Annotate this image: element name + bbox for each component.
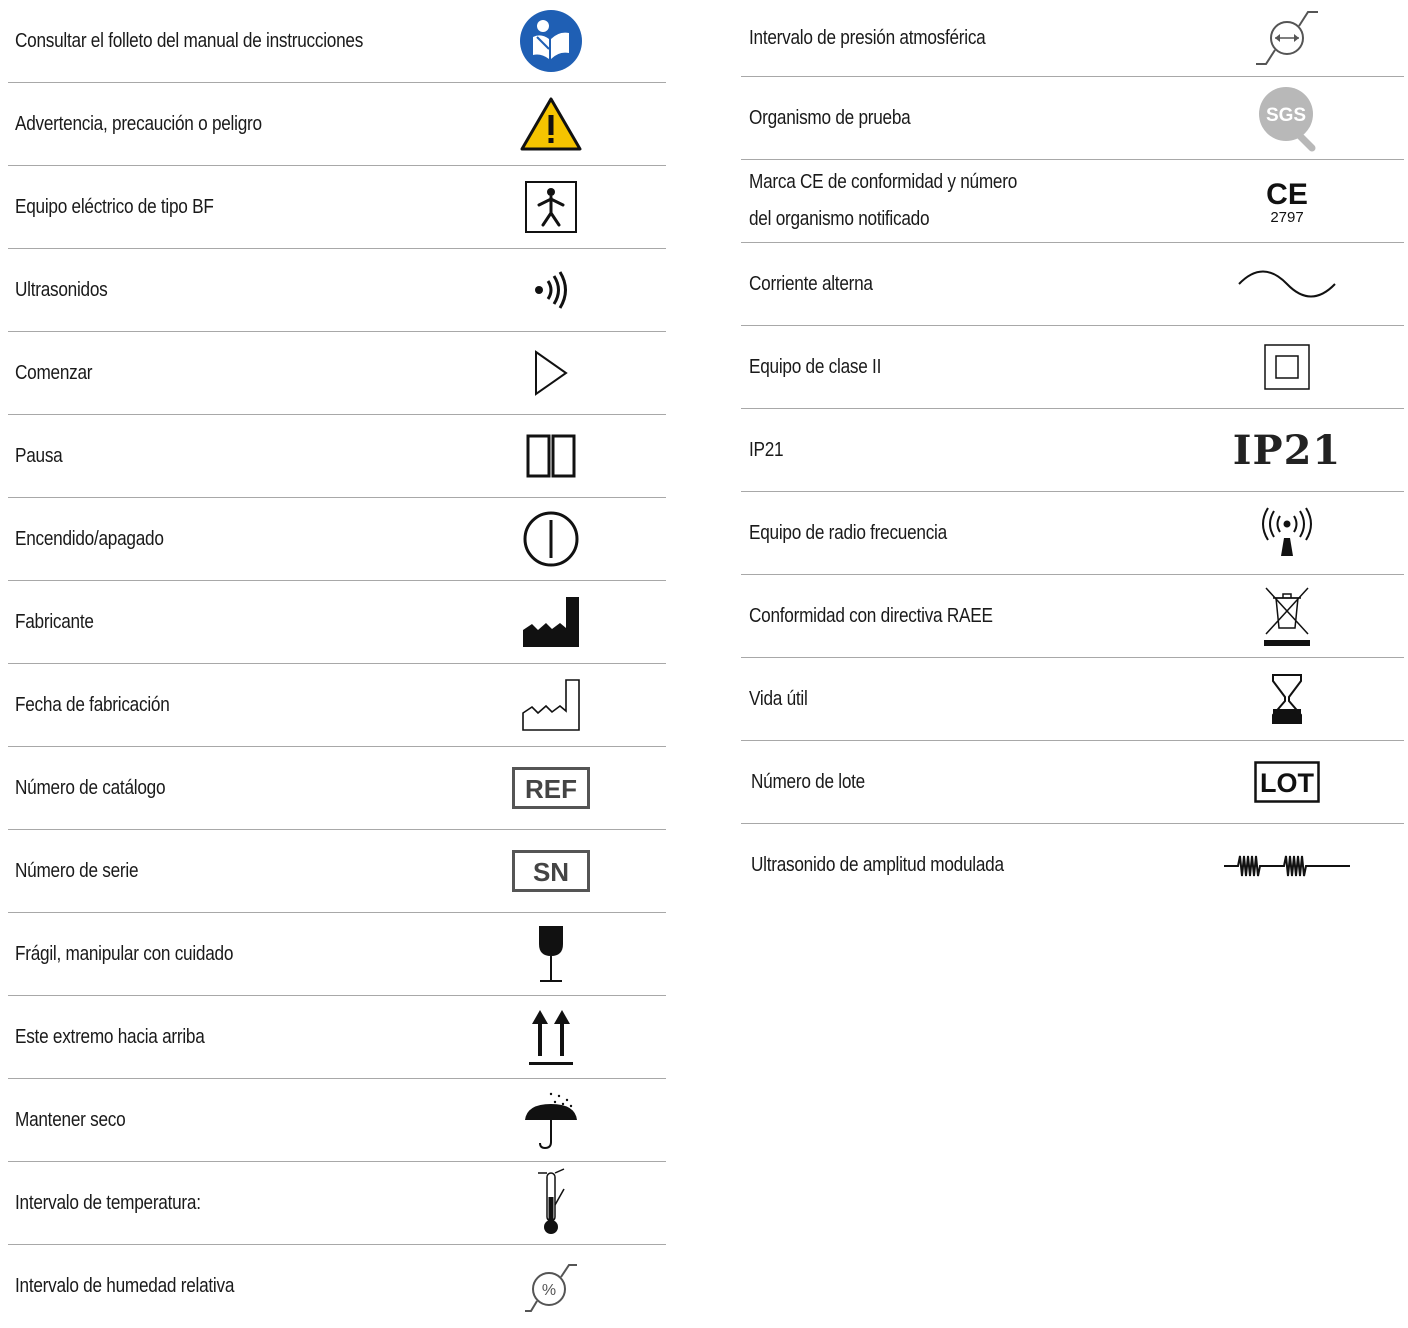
fragile-glass-icon — [510, 913, 592, 995]
class-ii-icon — [1246, 326, 1328, 408]
symbol-label: Intervalo de humedad relativa — [15, 1275, 235, 1297]
keep-dry-umbrella-icon — [510, 1079, 592, 1161]
humidity-limit-icon: % — [510, 1245, 592, 1328]
ip21-text-icon: IP21 — [1233, 409, 1340, 491]
symbol-label: Encendido/apagado — [15, 527, 164, 550]
symbol-row-weee: Conformidad con directiva RAEE — [741, 575, 1404, 658]
symbol-row-catalog-number: Número de catálogo REF — [8, 747, 666, 830]
symbol-row-useful-life: Vida útil — [741, 658, 1404, 741]
symbol-row-type-bf: Equipo eléctrico de tipo BF — [8, 166, 666, 249]
ip21-symbol-text: IP21 — [1232, 426, 1342, 474]
ref-box-icon: REF — [510, 747, 592, 829]
symbol-label: Ultrasonidos — [15, 278, 108, 301]
symbol-table-right: Intervalo de presión atmosférica Organis… — [741, 0, 1404, 907]
symbol-label: Número de lote — [751, 770, 865, 793]
symbol-row-pressure: Intervalo de presión atmosférica — [741, 0, 1404, 77]
symbol-label: Equipo eléctrico de tipo BF — [15, 195, 214, 218]
symbol-row-ce-mark: Marca CE de conformidad y número del org… — [741, 160, 1404, 243]
lot-box-icon: LOT — [1246, 741, 1328, 823]
ref-text: REF — [525, 774, 577, 804]
symbol-label: Ultrasonido de amplitud modulada — [751, 854, 1004, 876]
temperature-limit-icon — [510, 1162, 592, 1244]
symbol-label: Este extremo hacia arriba — [15, 1025, 205, 1048]
symbol-row-warning: Advertencia, precaución o peligro — [8, 83, 666, 166]
symbol-label: Pausa — [15, 444, 63, 467]
symbol-row-fragile: Frágil, manipular con cuidado — [8, 913, 666, 996]
hourglass-icon — [1246, 658, 1328, 740]
symbol-row-radio-frequency: Equipo de radio frecuencia — [741, 492, 1404, 575]
symbol-label: Mantener seco — [15, 1108, 126, 1131]
alternating-current-icon — [1238, 243, 1336, 325]
pause-icon — [510, 415, 592, 497]
symbol-row-alternating-current: Corriente alterna — [741, 243, 1404, 326]
symbol-row-class-ii: Equipo de clase II — [741, 326, 1404, 409]
symbol-row-testing-body: Organismo de prueba SGS — [741, 77, 1404, 160]
manufacture-date-icon — [510, 664, 592, 746]
symbol-label: Corriente alterna — [749, 272, 873, 295]
symbol-row-manual: Consultar el folleto del manual de instr… — [8, 0, 666, 83]
symbol-row-manufacturer: Fabricante — [8, 581, 666, 664]
type-bf-icon — [510, 166, 592, 248]
symbol-row-power: Encendido/apagado — [8, 498, 666, 581]
ultrasound-waves-icon — [510, 249, 592, 331]
lot-text: LOT — [1260, 768, 1314, 798]
symbol-label: Conformidad con directiva RAEE — [749, 604, 993, 627]
symbol-label: Equipo de radio frecuencia — [749, 521, 947, 544]
symbol-row-manufacture-date: Fecha de fabricación — [8, 664, 666, 747]
symbol-row-temperature: Intervalo de temperatura: — [8, 1162, 666, 1245]
manufacturer-icon — [510, 581, 592, 663]
symbol-row-keep-dry: Mantener seco — [8, 1079, 666, 1162]
modulated-wave-icon — [1224, 824, 1350, 907]
symbol-row-serial-number: Número de serie SN — [8, 830, 666, 913]
instruction-manual-icon — [510, 0, 592, 82]
symbol-label: Número de catálogo — [15, 776, 166, 799]
symbol-row-ip21: IP21 IP21 — [741, 409, 1404, 492]
symbol-label: Vida útil — [749, 687, 808, 710]
symbol-label: Consultar el folleto del manual de instr… — [15, 29, 364, 52]
power-icon — [510, 498, 592, 580]
symbol-label: Fecha de fabricación — [15, 693, 170, 716]
play-icon — [510, 332, 592, 414]
svg-text:%: % — [542, 1282, 556, 1299]
ce-mark-icon: CE 2797 — [1246, 160, 1328, 242]
symbol-label: Marca CE de conformidad y número del org… — [749, 160, 1017, 242]
symbol-label: Equipo de clase II — [749, 355, 882, 378]
sgs-logo-icon: SGS — [1246, 77, 1328, 159]
symbol-label: Intervalo de presión atmosférica — [749, 26, 986, 49]
symbol-row-start: Comenzar — [8, 332, 666, 415]
ce-number: 2797 — [1270, 209, 1303, 226]
symbol-label: IP21 — [749, 438, 784, 461]
weee-bin-icon — [1246, 575, 1328, 657]
symbol-label: Frágil, manipular con cuidado — [15, 942, 234, 965]
symbol-row-this-way-up: Este extremo hacia arriba — [8, 996, 666, 1079]
symbol-label-line1: Marca CE de conformidad y número — [749, 171, 1018, 193]
symbol-row-ultrasound: Ultrasonidos — [8, 249, 666, 332]
sn-text: SN — [533, 857, 569, 887]
sgs-text: SGS — [1266, 105, 1306, 126]
ce-text: CE — [1266, 178, 1308, 211]
symbol-row-pause: Pausa — [8, 415, 666, 498]
symbol-row-humidity: Intervalo de humedad relativa % — [8, 1245, 666, 1328]
symbol-label: Fabricante — [15, 610, 94, 633]
warning-triangle-icon — [510, 83, 592, 165]
symbol-label: Intervalo de temperatura: — [15, 1191, 201, 1214]
pressure-limit-icon — [1246, 0, 1328, 76]
symbol-label: Comenzar — [15, 361, 93, 384]
radio-frequency-icon — [1246, 492, 1328, 574]
symbol-table-left: Consultar el folleto del manual de instr… — [8, 0, 666, 1328]
symbol-label: Número de serie — [15, 859, 139, 882]
symbol-label-line2: del organismo notificado — [749, 208, 930, 230]
symbol-row-lot-number: Número de lote LOT — [741, 741, 1404, 824]
symbol-label: Organismo de prueba — [749, 106, 911, 129]
symbol-label: Advertencia, precaución o peligro — [15, 112, 262, 135]
symbol-row-modulated-ultrasound: Ultrasonido de amplitud modulada — [741, 824, 1404, 907]
sn-box-icon: SN — [510, 830, 592, 912]
this-way-up-icon — [510, 996, 592, 1078]
